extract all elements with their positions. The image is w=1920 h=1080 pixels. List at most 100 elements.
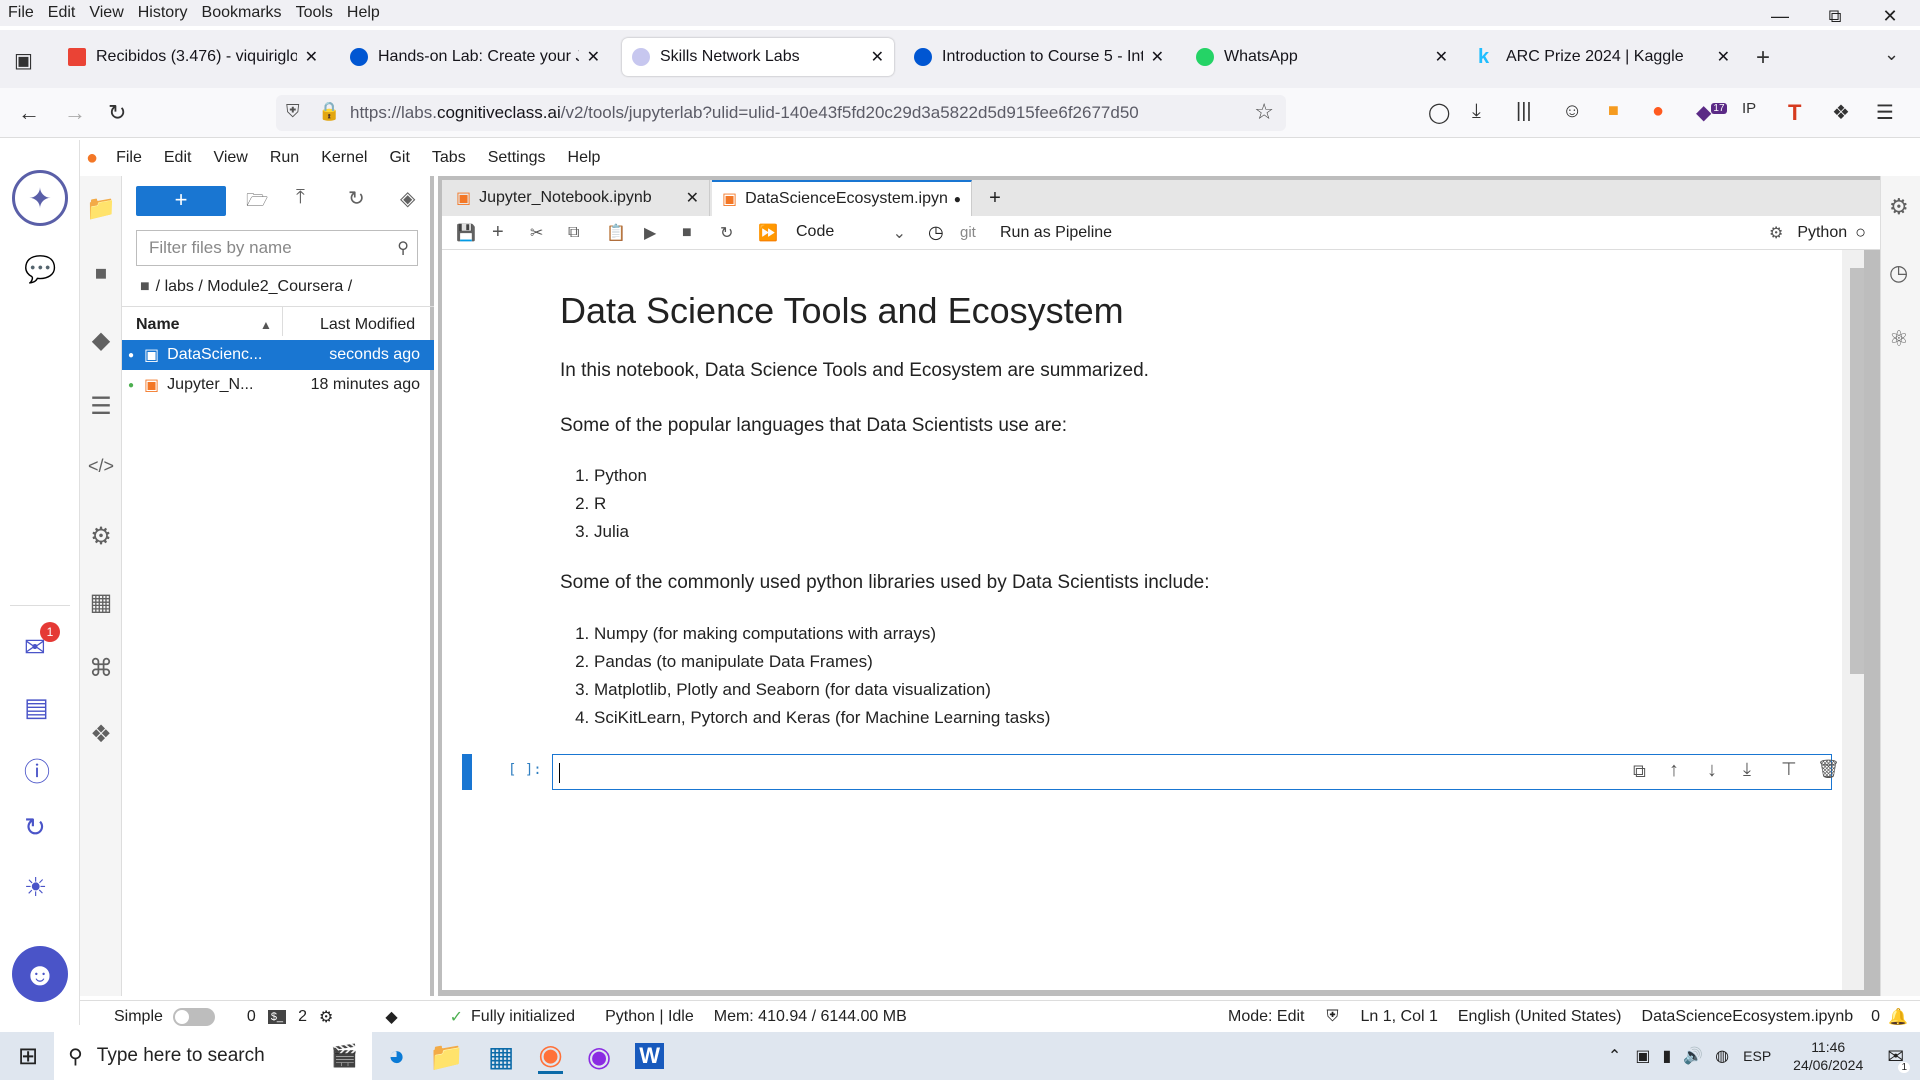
close-tab-icon[interactable]: ✕: [1435, 47, 1448, 67]
jl-menu-tabs[interactable]: Tabs: [432, 149, 466, 167]
close-tab-icon[interactable]: ✕: [305, 47, 318, 67]
git-clone-icon[interactable]: ◈: [400, 186, 415, 211]
minimize-button[interactable]: —: [1755, 0, 1805, 32]
extension-orange-icon[interactable]: ■: [1608, 100, 1619, 121]
account-icon[interactable]: ☺: [1562, 100, 1582, 123]
edge-icon[interactable]: ◕: [388, 1040, 405, 1072]
action-center-icon[interactable]: ✉ 1: [1887, 1044, 1910, 1073]
save-icon[interactable]: 💾: [456, 223, 492, 243]
insert-cell-icon[interactable]: +: [492, 221, 530, 244]
battery-icon[interactable]: ▮: [1662, 1046, 1671, 1066]
back-arrow-icon[interactable]: ←: [18, 100, 40, 126]
sync-icon[interactable]: ↻: [24, 812, 46, 843]
delete-cell-trash-icon[interactable]: 🗑: [1817, 759, 1840, 780]
scrollbar-thumb[interactable]: [1850, 268, 1864, 674]
browser-tab-whatsapp[interactable]: WhatsApp ✕: [1186, 38, 1458, 76]
url-bar[interactable]: ⛨ 🔒 https://labs.cognitiveclass.ai/v2/to…: [276, 95, 1286, 131]
pocket-icon[interactable]: ◯: [1428, 100, 1450, 125]
initialization-status[interactable]: Fully initialized: [471, 1008, 575, 1026]
shield-icon[interactable]: ⛨: [286, 101, 300, 122]
jl-menu-view[interactable]: View: [213, 149, 247, 167]
file-explorer-icon[interactable]: 📁: [429, 1040, 464, 1073]
insert-above-icon[interactable]: ⤓: [1743, 759, 1751, 780]
clock[interactable]: 11:46 24/06/2024: [1793, 1038, 1863, 1074]
folder-icon[interactable]: 📁: [80, 194, 122, 223]
jl-menu-git[interactable]: Git: [389, 149, 409, 167]
volume-icon[interactable]: 🔊: [1683, 1046, 1703, 1066]
kernel-gear-icon[interactable]: ⚙: [319, 1007, 333, 1027]
terminal-icon[interactable]: $_: [267, 1009, 287, 1024]
app-menu-icon[interactable]: ☰: [1876, 100, 1894, 125]
close-tab-icon[interactable]: ✕: [686, 188, 699, 208]
extension-t-icon[interactable]: T: [1788, 100, 1801, 126]
sort-ascending-icon[interactable]: ▲: [260, 318, 272, 332]
reload-icon[interactable]: ↻: [108, 100, 126, 126]
restart-icon[interactable]: ↻: [720, 223, 758, 243]
file-row[interactable]: ● ▣ DataScienc... seconds ago: [122, 340, 434, 370]
kernel-name[interactable]: Python: [1797, 224, 1847, 242]
debugger-bug-icon[interactable]: ⚙: [1769, 223, 1783, 243]
paste-icon[interactable]: 📋: [606, 223, 644, 243]
browser-tab-skills-network[interactable]: Skills Network Labs ✕: [622, 38, 894, 76]
git-diff-button[interactable]: git: [960, 224, 1000, 241]
theme-sun-icon[interactable]: ☀: [24, 872, 47, 903]
stop-icon[interactable]: ■: [682, 224, 720, 242]
jl-menu-edit[interactable]: Edit: [164, 149, 192, 167]
jl-menu-file[interactable]: File: [116, 149, 142, 167]
table-of-contents-icon[interactable]: ☰: [80, 392, 122, 421]
restart-run-all-icon[interactable]: ⏩: [758, 223, 788, 243]
doc-tab-jupyter-notebook[interactable]: ▣ Jupyter_Notebook.ipynb ✕: [446, 180, 710, 216]
running-kernels-icon[interactable]: ⏹: [80, 260, 122, 288]
notification-bell-icon[interactable]: 🔔: [1888, 1007, 1908, 1027]
new-folder-icon[interactable]: 🗁: [246, 188, 268, 218]
inbox-icon[interactable]: ✉ 1: [24, 622, 60, 663]
user-avatar-icon[interactable]: ☻: [12, 946, 68, 1002]
jl-menu-settings[interactable]: Settings: [488, 149, 546, 167]
windows-start-icon[interactable]: ⊞: [18, 1042, 38, 1071]
refresh-icon[interactable]: ↻: [348, 186, 365, 211]
cursor-position[interactable]: Ln 1, Col 1: [1360, 1008, 1437, 1026]
elements-icon[interactable]: ⌘: [80, 654, 122, 683]
run-icon[interactable]: ▶: [644, 223, 682, 243]
git-branch-icon[interactable]: ◆: [385, 1007, 397, 1027]
library-icon[interactable]: |||: [1516, 100, 1532, 123]
browser-menu-help[interactable]: Help: [347, 4, 380, 22]
extension-manager-puzzle-icon[interactable]: ❖: [80, 720, 122, 749]
kernels-count[interactable]: 2: [298, 1008, 307, 1026]
doc-tab-datascience-ecosystem[interactable]: ▣ DataScienceEcosystem.ipyn ●: [712, 180, 972, 216]
notes-icon[interactable]: ▤: [24, 692, 49, 723]
list-tabs-chevron-icon[interactable]: ⌄: [1884, 44, 1899, 65]
copy-icon[interactable]: ⧉: [568, 224, 606, 242]
filter-files-input[interactable]: Filter files by name ⚲: [136, 230, 418, 266]
insert-below-icon[interactable]: ⊤: [1781, 759, 1797, 780]
close-tab-icon[interactable]: ✕: [1717, 47, 1730, 67]
browser-menu-file[interactable]: File: [8, 4, 34, 22]
tab-overview-icon[interactable]: ▣: [14, 48, 33, 73]
property-inspector-icon[interactable]: ⚙: [1889, 194, 1909, 220]
downloads-icon[interactable]: ⤓: [1472, 100, 1481, 123]
debugger-icon[interactable]: ⚛: [1889, 326, 1909, 352]
terminals-count[interactable]: 0: [247, 1008, 256, 1026]
browser-menu-edit[interactable]: Edit: [48, 4, 76, 22]
restore-button[interactable]: ⧉: [1810, 0, 1860, 32]
browser-menu-bookmarks[interactable]: Bookmarks: [202, 4, 282, 22]
breadcrumb[interactable]: ■ / labs / Module2_Coursera /: [140, 278, 352, 296]
run-as-pipeline-button[interactable]: Run as Pipeline: [1000, 224, 1112, 242]
extension-duckduckgo-icon[interactable]: ●: [1652, 100, 1664, 123]
purple-app-icon[interactable]: ◉: [587, 1040, 611, 1073]
jl-menu-run[interactable]: Run: [270, 149, 299, 167]
taskbar-search-box[interactable]: ⚲ Type here to search 🎬: [54, 1032, 373, 1080]
show-hidden-icons-chevron-icon[interactable]: ⌃: [1608, 1046, 1621, 1066]
git-icon[interactable]: ◆: [80, 326, 122, 355]
word-icon[interactable]: W: [635, 1043, 665, 1069]
breadcrumb-path[interactable]: / labs / Module2_Coursera /: [156, 278, 353, 296]
new-launcher-button[interactable]: +: [136, 186, 226, 216]
browser-tab-handson[interactable]: Hands-on Lab: Create your Jupy ✕: [340, 38, 610, 76]
input-language[interactable]: ESP: [1743, 1048, 1771, 1064]
chat-icon[interactable]: 💬: [24, 254, 56, 285]
clock-icon[interactable]: ◷: [928, 222, 958, 243]
jl-menu-kernel[interactable]: Kernel: [321, 149, 367, 167]
url-text[interactable]: https://labs.cognitiveclass.ai/v2/tools/…: [350, 103, 1139, 123]
column-header-name[interactable]: Name: [136, 316, 180, 334]
move-down-arrow-icon[interactable]: ↓: [1707, 759, 1717, 782]
